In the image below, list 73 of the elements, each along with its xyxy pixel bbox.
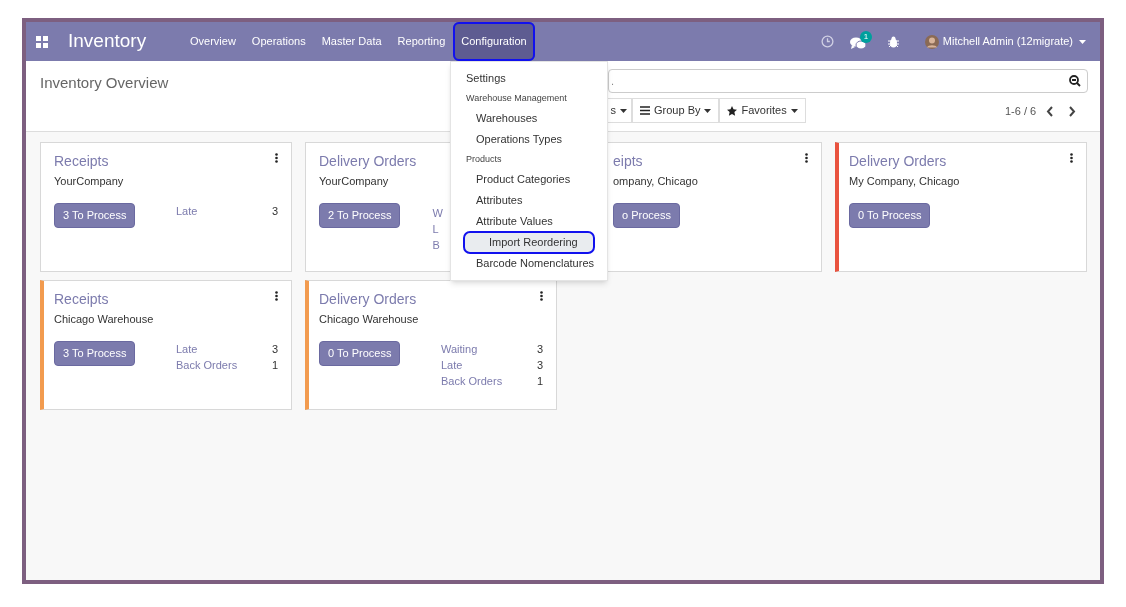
more-options-icon[interactable] [805, 153, 808, 163]
stat-link[interactable]: Late [441, 357, 535, 372]
pager-text: 1-6 / 6 [1005, 104, 1037, 119]
menu-tab[interactable]: Reporting [389, 22, 454, 61]
menu-tab[interactable]: Operations [243, 22, 314, 61]
group-by-button[interactable]: Group By [632, 98, 720, 123]
search-field[interactable]: . [608, 69, 1088, 93]
card-subtitle: ompany, Chicago [613, 174, 698, 189]
stat-link[interactable]: W [432, 205, 443, 220]
menu-item[interactable]: Settings [451, 68, 607, 89]
menu-item[interactable]: Attributes [451, 190, 607, 211]
to-process-button[interactable]: 3 To Process [54, 340, 136, 366]
card-title[interactable]: Delivery Orders [319, 289, 417, 310]
to-process-button[interactable]: 0 To Process [849, 202, 931, 228]
user-menu[interactable]: Mitchell Admin (12migrate) [942, 33, 1086, 50]
stat-link[interactable]: Back Orders [441, 373, 535, 388]
star-icon [727, 105, 738, 116]
card-title[interactable]: Delivery Orders [319, 151, 417, 172]
card-subtitle: YourCompany [54, 174, 124, 189]
stat-count: 1 [535, 373, 543, 388]
stat-count: 3 [535, 357, 543, 372]
next-page-icon[interactable] [1068, 105, 1077, 117]
menu-tab[interactable]: Overview [182, 22, 244, 61]
avatar-icon[interactable] [924, 34, 939, 49]
list-icon [640, 106, 650, 115]
menu-item[interactable]: Product Categories [451, 169, 607, 190]
caret-icon [1079, 39, 1086, 44]
card-title[interactable]: Receipts [54, 151, 109, 172]
stat-link[interactable]: Late [176, 341, 270, 356]
page-title: Inventory Overview [40, 73, 169, 93]
favorites-button[interactable]: Favorites [719, 98, 806, 123]
clock-icon[interactable] [820, 35, 834, 48]
card-subtitle: Chicago Warehouse [319, 312, 419, 327]
to-process-button[interactable]: 3 To Process [54, 202, 136, 228]
caret-icon [620, 108, 627, 113]
card-title[interactable]: Receipts [54, 289, 109, 310]
more-options-icon[interactable] [1070, 153, 1073, 163]
menu-tab[interactable]: Master Data [313, 22, 390, 61]
search-icon[interactable] [1069, 75, 1081, 87]
stat-count: 3 [535, 341, 543, 356]
stat-count: 3 [270, 341, 278, 356]
menu-item[interactable]: Attribute Values [451, 211, 607, 232]
card-title[interactable]: eipts [613, 151, 643, 172]
stat-link[interactable]: Waiting [441, 341, 535, 356]
previous-page-icon[interactable] [1046, 105, 1055, 117]
menu-section-header: Warehouse Management [465, 91, 568, 105]
stat-count: 3 [270, 203, 278, 219]
to-process-button[interactable]: 2 To Process [319, 202, 401, 228]
caret-icon [790, 108, 798, 113]
message-count-badge: 1 [859, 30, 873, 43]
stat-count: 1 [270, 357, 278, 372]
card-title[interactable]: Delivery Orders [849, 151, 947, 172]
menu-item[interactable]: Barcode Nomenclatures [451, 253, 607, 274]
menu-section-header: Products [465, 152, 503, 166]
to-process-button[interactable]: o Process [613, 202, 680, 228]
card-subtitle: My Company, Chicago [849, 174, 960, 189]
caret-icon [704, 108, 712, 113]
menu-item[interactable]: Operations Types [451, 129, 607, 150]
more-options-icon[interactable] [275, 291, 278, 301]
stat-link[interactable]: L [432, 221, 443, 236]
to-process-button[interactable]: 0 To Process [319, 340, 401, 366]
more-options-icon[interactable] [540, 291, 543, 301]
stat-link[interactable]: Late [176, 203, 270, 228]
stat-link[interactable]: B [432, 237, 443, 252]
card-subtitle: Chicago Warehouse [54, 312, 154, 327]
menu-tab[interactable]: Configuration [453, 22, 535, 61]
menu-item[interactable]: Import Reordering [464, 232, 594, 253]
apps-icon[interactable] [36, 35, 48, 48]
app-title: Inventory [68, 29, 148, 54]
bug-icon[interactable] [887, 35, 899, 48]
card-subtitle: YourCompany [319, 174, 389, 189]
stat-link[interactable]: Back Orders [176, 357, 270, 372]
more-options-icon[interactable] [275, 153, 278, 163]
